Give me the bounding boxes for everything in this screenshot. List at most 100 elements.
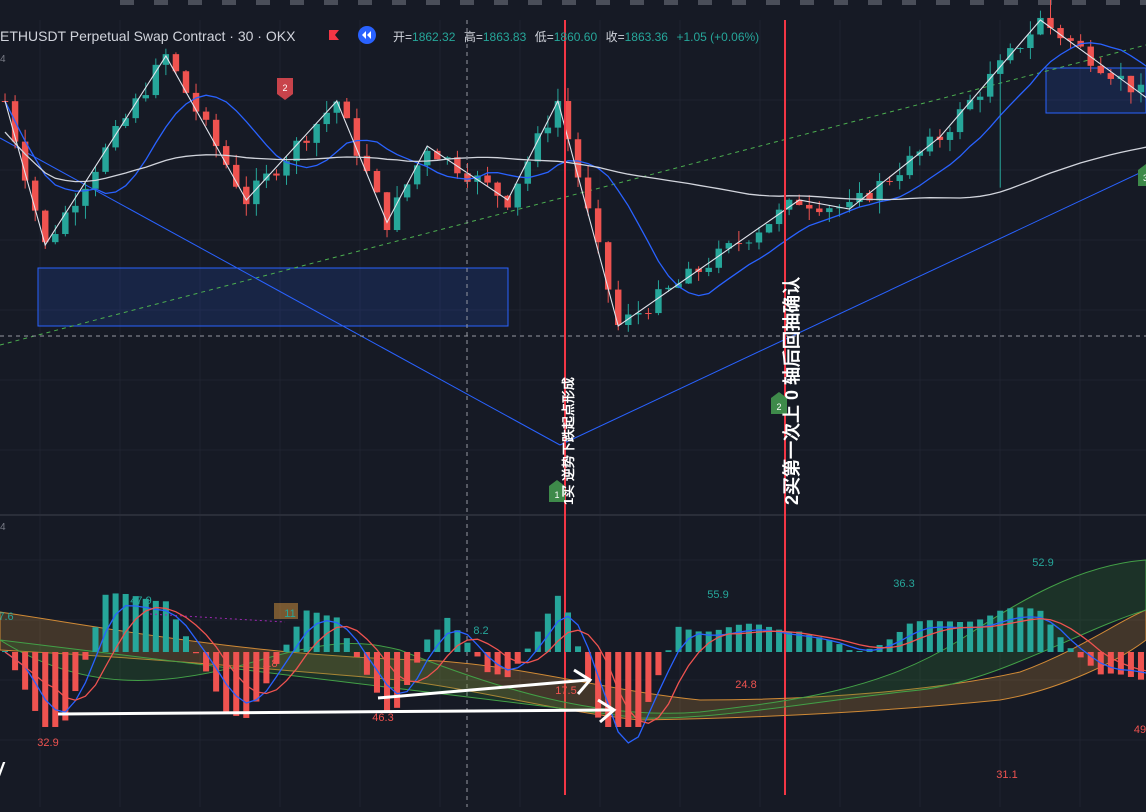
macd-bar <box>645 652 652 702</box>
low-key: 低= <box>535 30 554 44</box>
candle-body <box>876 180 883 201</box>
macd-bar <box>1047 624 1054 652</box>
time-tick <box>766 0 780 5</box>
macd-value-label: 31.1 <box>996 769 1017 781</box>
macd-bar <box>946 621 953 652</box>
logo-fragment: / <box>0 760 6 782</box>
macd-bar <box>172 619 179 652</box>
macd-bar <box>464 642 471 652</box>
time-tick <box>1004 0 1018 5</box>
candle-body <box>574 139 582 178</box>
macd-bar <box>957 622 964 652</box>
macd-bar <box>816 637 823 652</box>
candle-body <box>263 173 270 181</box>
time-tick <box>324 0 338 5</box>
macd-bar <box>836 644 843 652</box>
chart-svg: 47.9 11 8.2 55.9 36.3 52.9 7.6 32.9 46.3 1.8 24.8 3… <box>0 0 1146 807</box>
left-edge-label: 4 <box>0 54 6 65</box>
marker-right[interactable]: 3 <box>1138 164 1146 186</box>
macd-bar <box>755 624 762 652</box>
candle-body <box>72 205 79 213</box>
macd-bar <box>112 593 119 652</box>
macd-value-label: 1.8 <box>262 658 277 670</box>
time-tick <box>902 0 916 5</box>
candle-body <box>534 133 542 162</box>
macd-value-label: 32.9 <box>37 737 58 749</box>
candle-body <box>604 242 612 290</box>
macd-bar <box>977 619 984 652</box>
candle-body <box>132 98 139 119</box>
macd-bar <box>233 652 240 716</box>
macd-bar <box>1057 637 1064 652</box>
candle-body <box>373 171 381 193</box>
macd-bar <box>203 652 210 672</box>
high-key: 高= <box>464 29 483 44</box>
time-tick <box>664 0 678 5</box>
consolidation-box-1 <box>37 267 509 327</box>
candle-body <box>383 192 391 231</box>
macd-bar <box>444 617 451 652</box>
candle-body <box>645 313 652 315</box>
macd-bar <box>524 648 531 652</box>
macd-value-label: 11 <box>284 608 295 620</box>
open-key: 开= <box>393 30 412 44</box>
macd-bar <box>82 652 89 660</box>
macd-bar <box>253 652 260 702</box>
time-tick <box>154 0 168 5</box>
time-tick <box>970 0 984 5</box>
symbol-title: ETHUSDT Perpetual Swap Contract · 30 · O… <box>0 28 296 44</box>
close-key: 收= <box>606 30 625 44</box>
time-tick <box>800 0 814 5</box>
macd-bar <box>343 638 350 652</box>
candle-body <box>172 54 180 72</box>
macd-value-label: 47.9 <box>130 595 151 607</box>
macd-value-label: 7.6 <box>0 611 14 623</box>
high-value: 1863.83 <box>483 30 527 44</box>
macd-bar <box>122 593 129 652</box>
macd-bar <box>856 651 863 652</box>
macd-bar <box>575 646 582 652</box>
candle-body <box>253 180 260 205</box>
candle-body <box>1017 48 1024 50</box>
macd-value-label: 36.3 <box>893 578 914 590</box>
macd-bar <box>625 652 632 727</box>
macd-bar <box>1017 607 1024 652</box>
low-value: 1860.60 <box>554 30 598 44</box>
macd-bar <box>2 651 9 652</box>
macd-bar <box>102 594 109 652</box>
candle-body <box>765 224 773 233</box>
candle-body <box>343 101 351 119</box>
macd-bar <box>735 624 742 652</box>
chart-header: ETHUSDT Perpetual Swap Contract · 30 · O… <box>0 26 759 44</box>
marker-mid-label: 2 <box>776 402 781 412</box>
macd-bar <box>665 650 672 652</box>
time-tick <box>222 0 236 5</box>
macd-bar <box>193 652 200 654</box>
candle-body <box>976 96 984 100</box>
candle-body <box>1137 84 1145 93</box>
macd-bar <box>595 652 602 718</box>
macd-bar <box>967 621 974 652</box>
flag-icon[interactable] <box>329 30 339 40</box>
candle-body <box>956 109 964 133</box>
time-tick <box>698 0 712 5</box>
candle-body <box>705 267 712 272</box>
trend-blue-up <box>559 169 1146 446</box>
macd-pane: 47.9 11 8.2 55.9 36.3 52.9 7.6 32.9 46.3 1.8 24.8 3… <box>0 557 1146 781</box>
time-tick <box>732 0 746 5</box>
candle-body <box>303 140 310 143</box>
marker-top-left[interactable]: 2 <box>277 78 293 100</box>
macd-bar <box>1127 652 1134 677</box>
macd-bar <box>1137 652 1144 680</box>
time-tick <box>494 0 508 5</box>
annotation-buy2: 2买第一次上 0 轴后回抽确认 <box>781 276 802 505</box>
macd-bar <box>1077 652 1084 658</box>
candle-body <box>313 124 320 143</box>
macd-bar <box>182 636 189 652</box>
macd-bar <box>926 620 933 652</box>
macd-bar <box>655 652 662 676</box>
macd-bar <box>997 610 1004 652</box>
candle-body <box>152 64 160 96</box>
time-tick <box>868 0 882 5</box>
candle-body <box>986 73 994 97</box>
